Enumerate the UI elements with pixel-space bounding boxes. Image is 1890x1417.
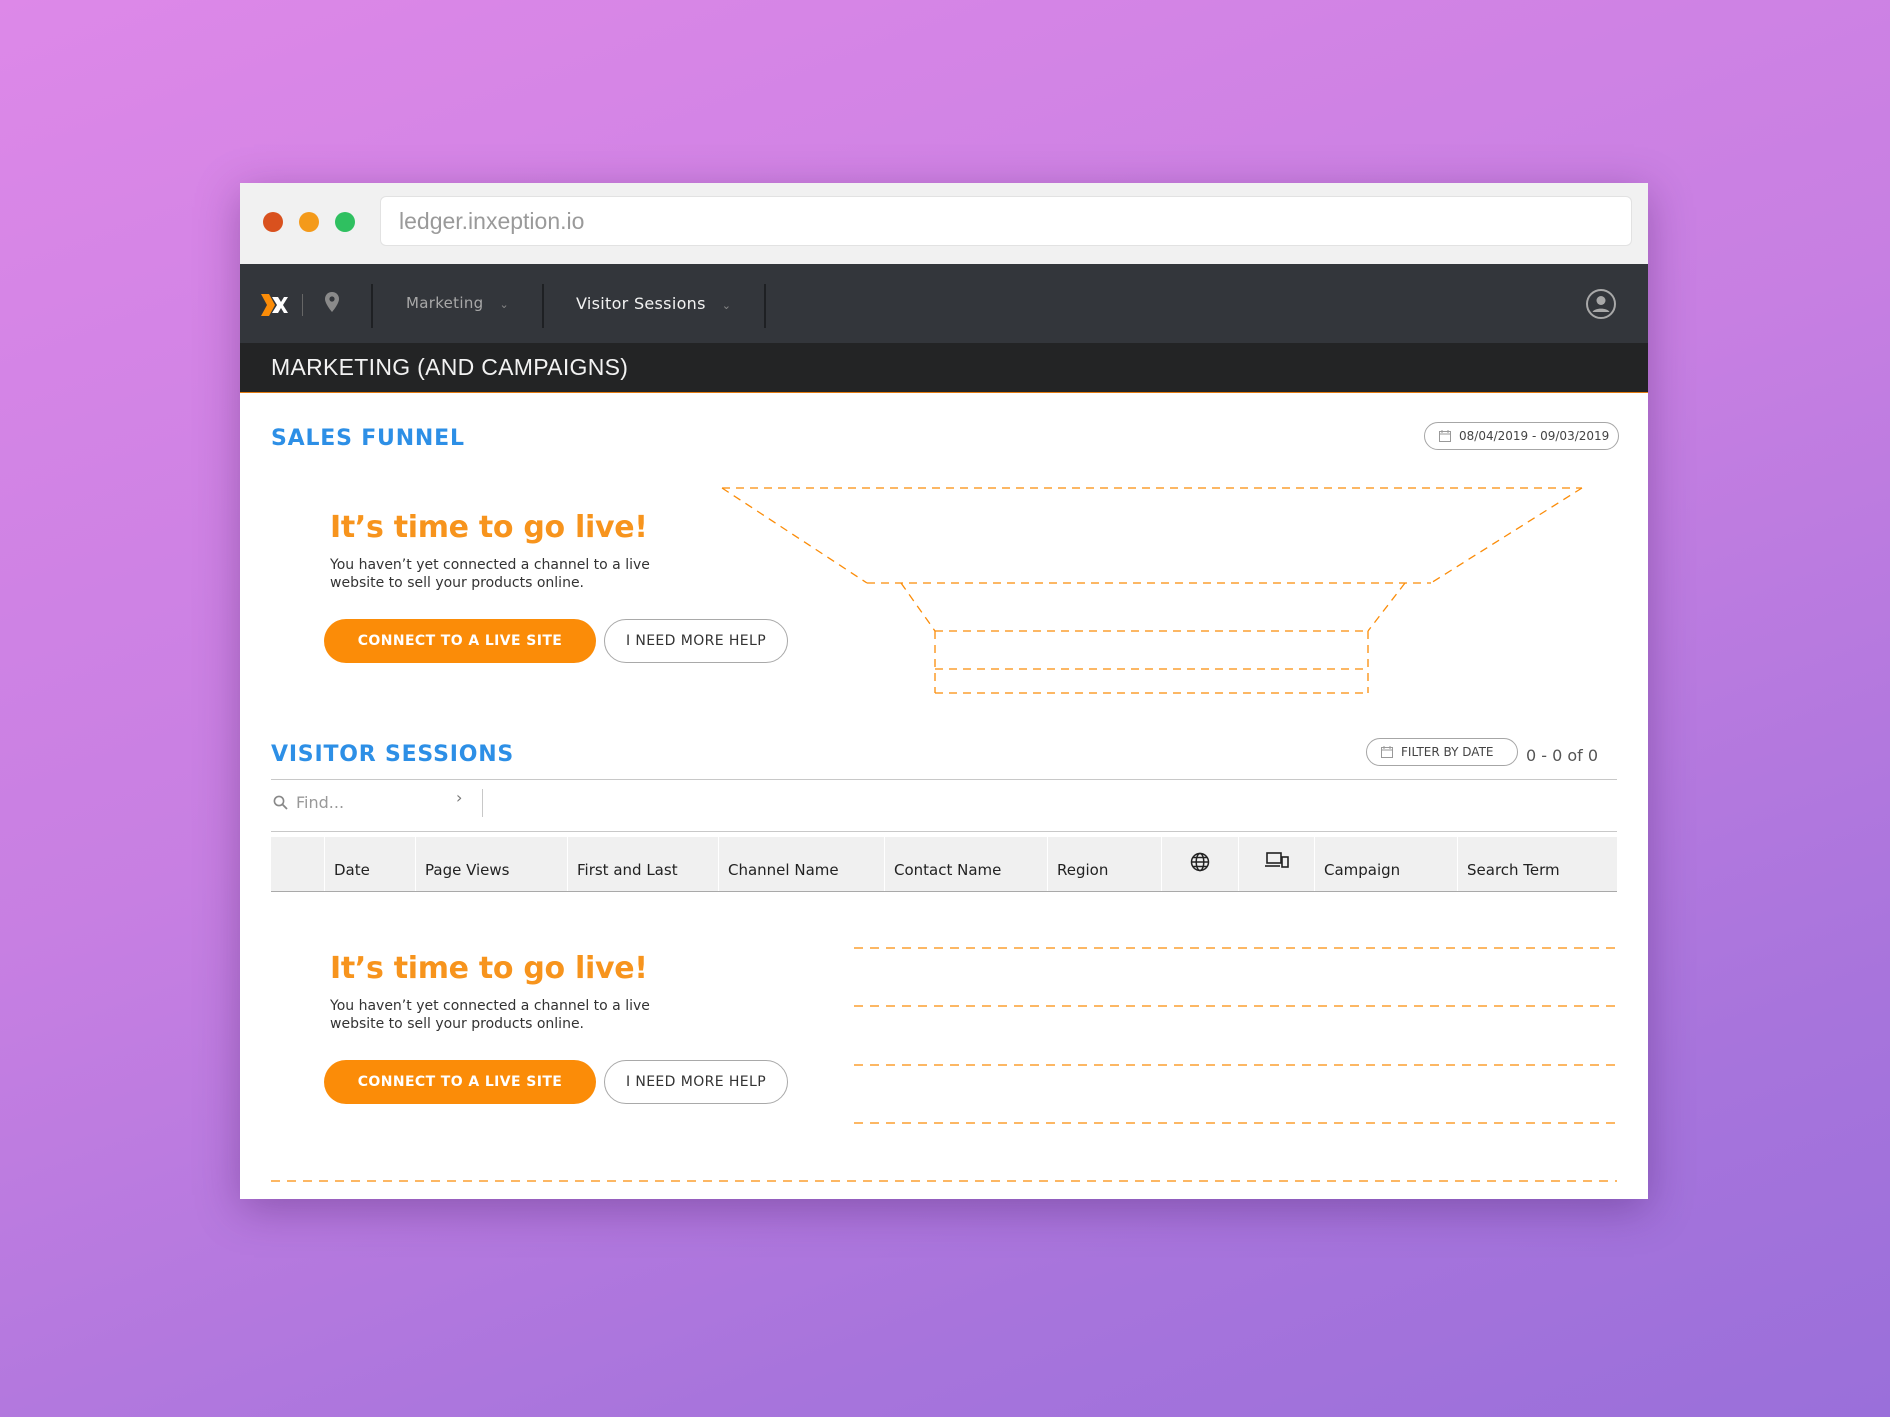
browser-window: ledger.inxeption.io Marketing ⌄ Visitor S… (240, 183, 1648, 1199)
table-placeholder-rows (271, 947, 1617, 1182)
